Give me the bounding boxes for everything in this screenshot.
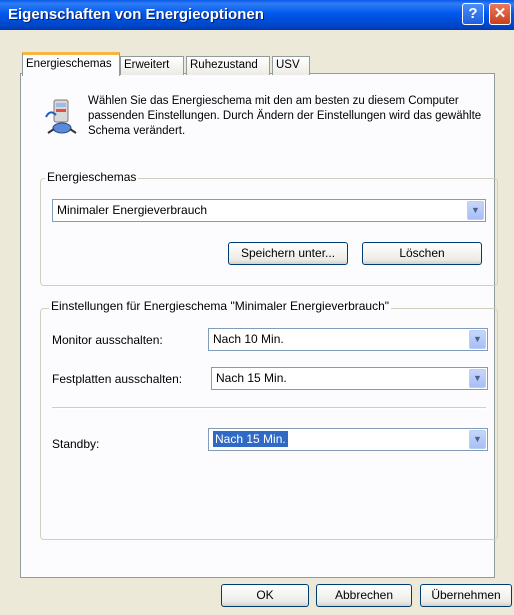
- save-as-label: Speichern unter...: [240, 246, 336, 260]
- standby-timeout-value: Nach 15 Min.: [213, 431, 288, 447]
- chevron-down-icon[interactable]: ▼: [467, 201, 484, 220]
- disks-label: Festplatten ausschalten:: [52, 372, 183, 386]
- standby-timeout-select[interactable]: Nach 15 Min. ▼: [208, 428, 488, 451]
- description-text: Wählen Sie das Energieschema mit den am …: [88, 95, 482, 137]
- tab-label: Energieschemas: [26, 58, 112, 70]
- chevron-down-icon[interactable]: ▼: [469, 430, 486, 449]
- apply-button[interactable]: Übernehmen: [420, 584, 512, 607]
- disks-timeout-select[interactable]: Nach 15 Min. ▼: [211, 367, 488, 390]
- save-as-button[interactable]: Speichern unter...: [228, 242, 348, 265]
- disks-timeout-value: Nach 15 Min.: [216, 371, 287, 385]
- tab-label: Ruhezustand: [190, 59, 258, 71]
- help-button[interactable]: ?: [462, 3, 484, 25]
- delete-button[interactable]: Löschen: [362, 242, 482, 265]
- close-icon: ✕: [493, 5, 507, 22]
- tab-ruhezustand[interactable]: Ruhezustand: [186, 56, 270, 75]
- scheme-select-value: Minimaler Energieverbrauch: [57, 203, 208, 217]
- chevron-down-icon[interactable]: ▼: [469, 369, 486, 388]
- ok-button[interactable]: OK: [221, 584, 309, 607]
- monitor-timeout-value: Nach 10 Min.: [213, 332, 284, 346]
- power-scheme-icon: [45, 99, 77, 134]
- window-title: Eigenschaften von Energieoptionen: [8, 6, 264, 23]
- schemes-group-label: Energieschemas: [45, 170, 139, 184]
- tab-energieschemas[interactable]: Energieschemas: [22, 52, 120, 76]
- ok-label: OK: [256, 588, 274, 602]
- schemes-group: [40, 178, 498, 286]
- settings-group-label: Einstellungen für Energieschema "Minimal…: [49, 299, 392, 313]
- tab-usv[interactable]: USV: [272, 56, 310, 75]
- standby-label: Standby:: [52, 437, 100, 451]
- scheme-select[interactable]: Minimaler Energieverbrauch ▼: [52, 199, 486, 222]
- monitor-label: Monitor ausschalten:: [52, 333, 163, 347]
- apply-label: Übernehmen: [431, 588, 501, 602]
- chevron-down-icon[interactable]: ▼: [469, 330, 486, 349]
- cancel-button[interactable]: Abbrechen: [316, 584, 412, 607]
- close-button[interactable]: ✕: [489, 3, 511, 25]
- delete-label: Löschen: [399, 246, 445, 260]
- tab-label: Erweitert: [124, 59, 170, 71]
- title-bar[interactable]: Eigenschaften von Energieoptionen ? ✕: [0, 0, 514, 30]
- cancel-label: Abbrechen: [334, 588, 394, 602]
- monitor-timeout-select[interactable]: Nach 10 Min. ▼: [208, 328, 488, 351]
- tab-erweitert[interactable]: Erweitert: [120, 56, 184, 75]
- divider: [52, 407, 486, 409]
- help-icon: ?: [468, 5, 478, 22]
- tab-label: USV: [276, 59, 300, 71]
